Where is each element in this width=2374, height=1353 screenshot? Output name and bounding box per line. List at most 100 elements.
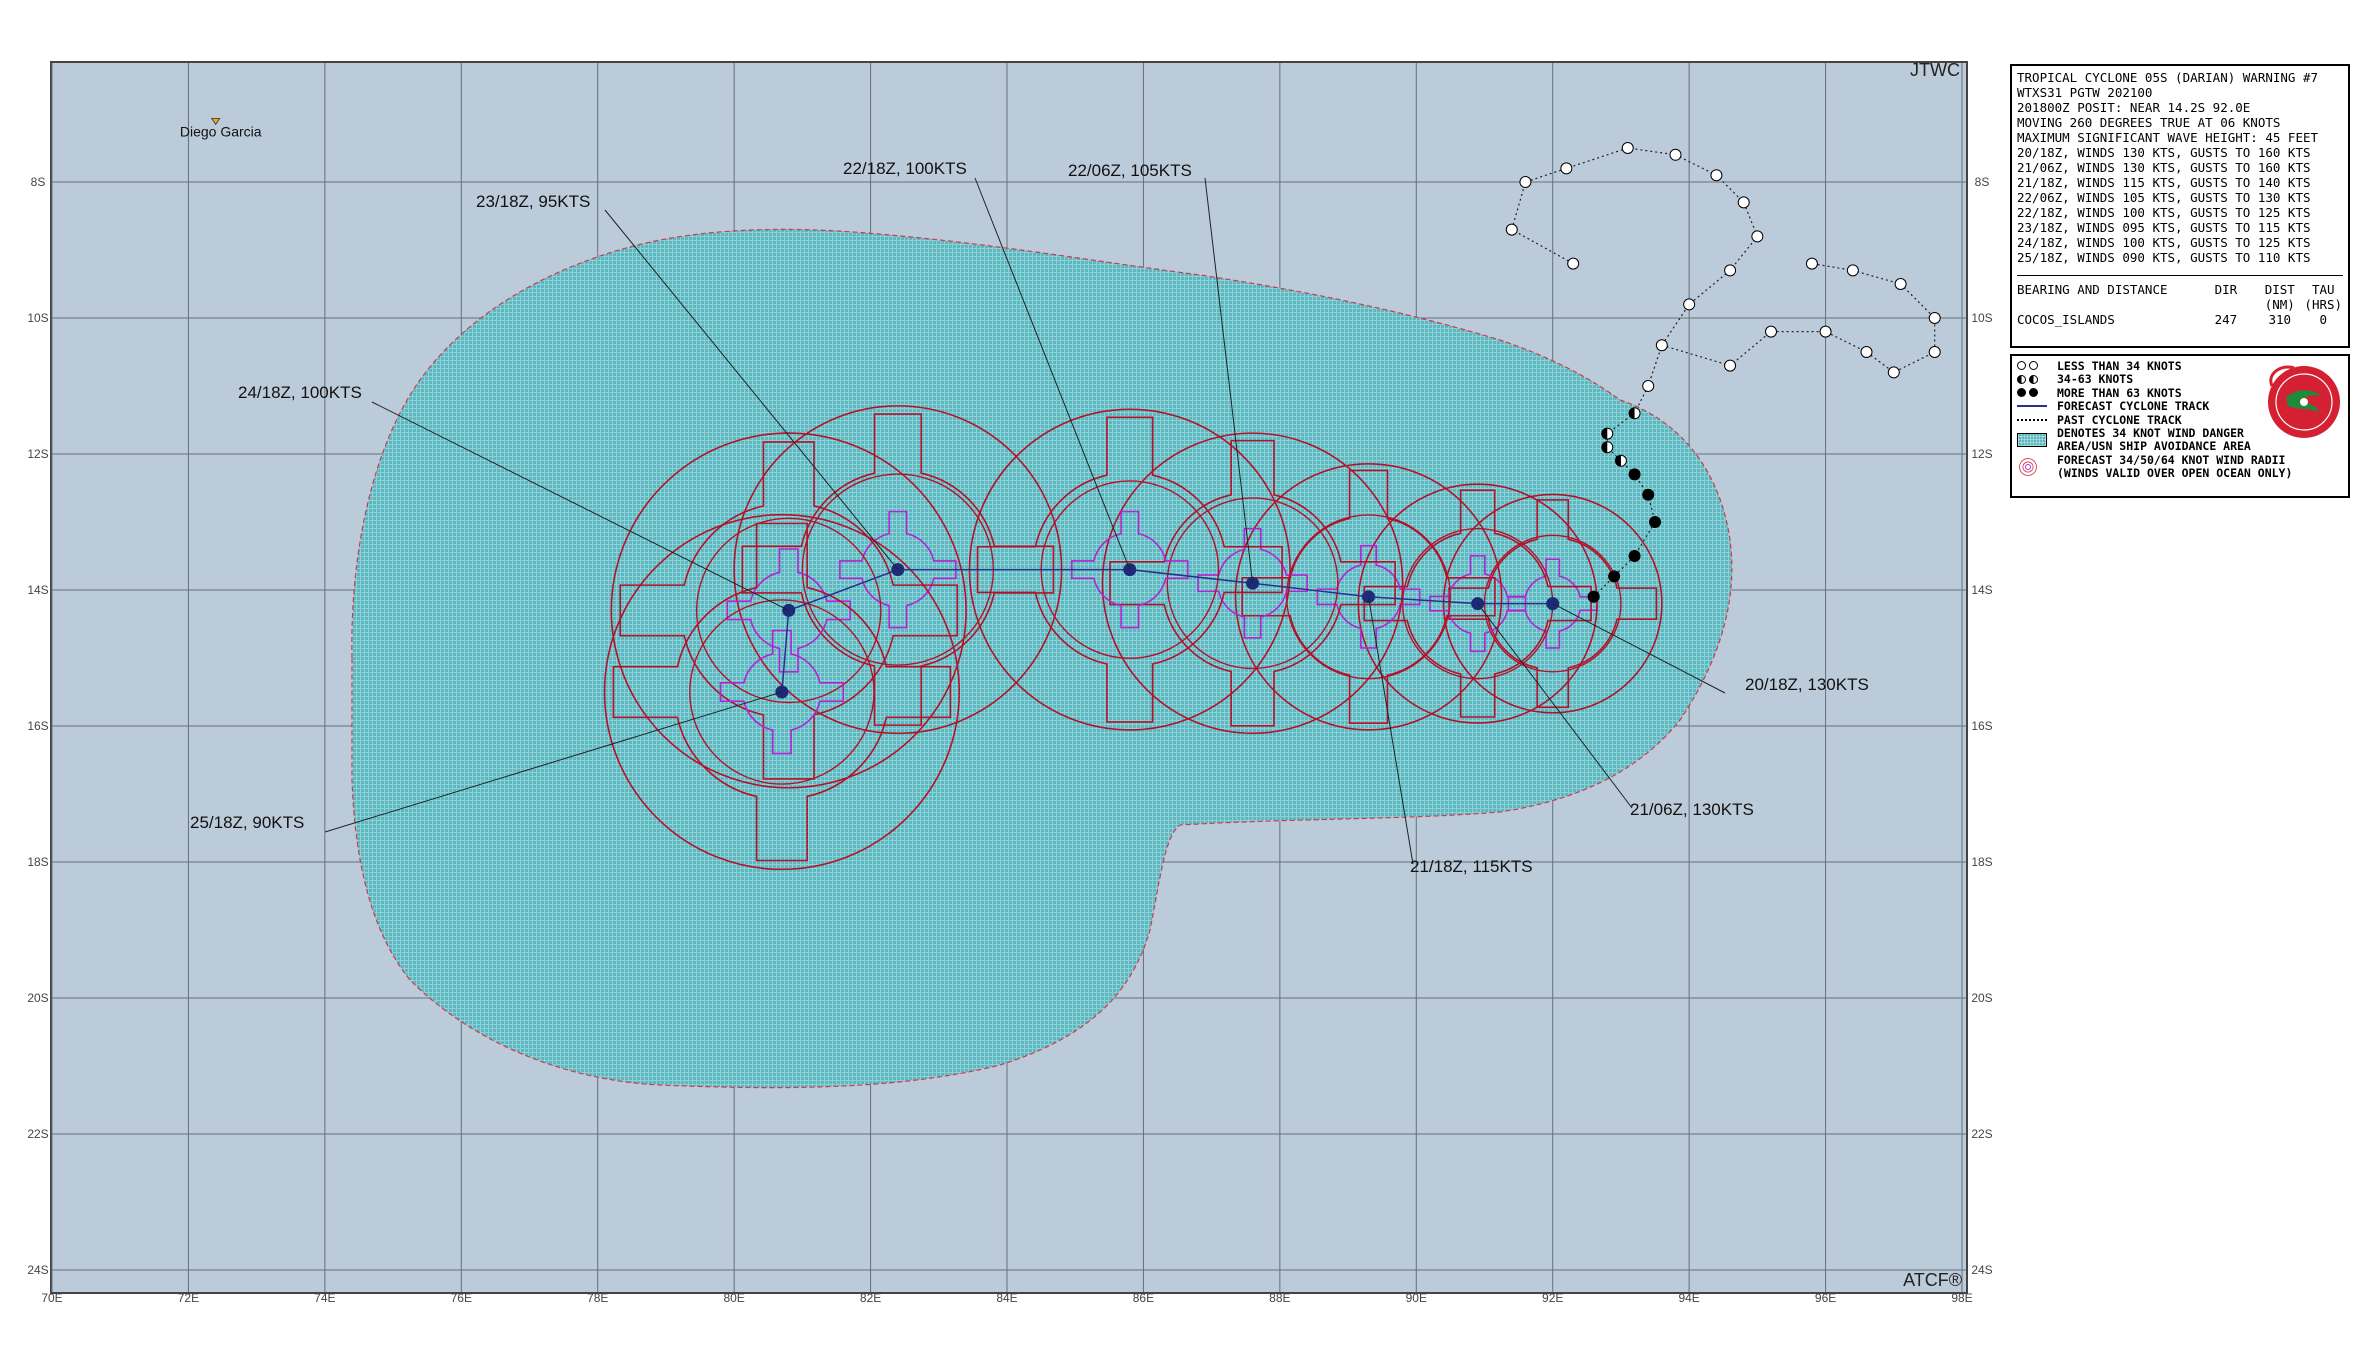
hatched-area-icon	[2017, 433, 2047, 447]
solid-line-icon	[2017, 405, 2047, 408]
legend-item-wind-radii: FORECAST 34/50/64 KNOT WIND RADII (WINDS …	[2017, 454, 2343, 481]
wind-radii-icon	[2019, 458, 2037, 476]
agency-label-bottom: ATCF®	[1903, 1270, 1962, 1290]
bearing-header-row: BEARING AND DISTANCE DIR DIST TAU	[2017, 282, 2343, 297]
bearing-header-tau: TAU	[2311, 282, 2335, 297]
warning-line: 21/06Z, WINDS 130 KTS, GUSTS TO 160 KTS	[2017, 160, 2311, 175]
past-position-depression	[1819, 325, 1832, 338]
bearing-distance-table: BEARING AND DISTANCE DIR DIST TAU (NM) (…	[2017, 275, 2343, 327]
legend-panel: LESS THAN 34 KNOTS 34-63 KNOTS MORE THAN…	[2010, 354, 2350, 498]
longitude-label: 98E	[1951, 1291, 1972, 1305]
open-circle-icon	[2017, 361, 2026, 371]
half-filled-circle-icon	[2029, 374, 2038, 384]
past-position-depression	[1860, 346, 1873, 358]
longitude-label: 70E	[41, 1291, 62, 1305]
longitude-label: 96E	[1815, 1291, 1836, 1305]
past-position-depression	[1519, 176, 1532, 188]
warning-line: 24/18Z, WINDS 100 KTS, GUSTS TO 125 KTS	[2017, 235, 2311, 250]
longitude-label: 94E	[1678, 1291, 1699, 1305]
bearing-dist: 310	[2268, 312, 2292, 327]
longitude-label: 78E	[587, 1291, 608, 1305]
bearing-dir: 247	[2214, 312, 2238, 327]
past-position-depression	[1724, 264, 1737, 277]
latitude-label-right: 8S	[1975, 175, 1990, 189]
longitude-label: 84E	[996, 1291, 1017, 1305]
latitude-label: 20S	[27, 991, 48, 1005]
warning-line: 20/18Z, WINDS 130 KTS, GUSTS TO 160 KTS	[2017, 145, 2311, 160]
past-position-depression	[1928, 346, 1941, 358]
latitude-label-right: 20S	[1971, 991, 1992, 1005]
bearing-header-label: BEARING AND DISTANCE	[2017, 282, 2168, 297]
warning-line: 23/18Z, WINDS 095 KTS, GUSTS TO 115 KTS	[2017, 220, 2311, 235]
latitude-label: 12S	[27, 447, 48, 461]
past-position-hurricane	[1628, 550, 1641, 562]
latitude-label-right: 14S	[1971, 583, 1992, 597]
past-position-depression	[1805, 257, 1818, 270]
warning-line: 22/18Z, WINDS 100 KTS, GUSTS TO 125 KTS	[2017, 205, 2311, 220]
bearing-row: COCOS_ISLANDS 247 310 0	[2017, 312, 2343, 327]
forecast-label: 25/18Z, 90KTS	[190, 813, 304, 832]
bearing-header-dist-units: (NM)	[2264, 297, 2295, 312]
warning-line: 201800Z POSIT: NEAR 14.2S 92.0E	[2017, 100, 2251, 115]
latitude-label: 8S	[31, 175, 46, 189]
warning-line: TROPICAL CYCLONE 05S (DARIAN) WARNING #7	[2017, 70, 2319, 85]
longitude-label: 80E	[723, 1291, 744, 1305]
warning-line: MAXIMUM SIGNIFICANT WAVE HEIGHT: 45 FEET	[2017, 130, 2319, 145]
open-circle-icon	[2029, 361, 2038, 371]
forecast-label: 20/18Z, 130KTS	[1745, 675, 1869, 694]
place-label: Diego Garcia	[180, 123, 262, 139]
past-position-hurricane	[1628, 468, 1641, 481]
latitude-label: 18S	[27, 855, 48, 869]
past-position-depression	[1846, 264, 1859, 277]
dotted-line-icon	[2017, 418, 2047, 421]
latitude-label-right: 24S	[1971, 1263, 1992, 1277]
filled-circle-icon	[2029, 388, 2038, 398]
past-position-depression	[1683, 298, 1696, 311]
bearing-header-tau-units: (HRS)	[2304, 297, 2343, 312]
longitude-label: 92E	[1542, 1291, 1563, 1305]
bearing-header-units-row: (NM) (HRS)	[2017, 297, 2343, 312]
past-position-depression	[1642, 380, 1655, 392]
forecast-label: 22/06Z, 105KTS	[1068, 161, 1192, 180]
forecast-label: 23/18Z, 95KTS	[476, 192, 590, 211]
latitude-label-right: 16S	[1971, 719, 1992, 733]
past-position-depression	[1560, 162, 1573, 175]
agency-label-top: JTWC	[1910, 60, 1960, 80]
warning-line: WTXS31 PGTW 202100	[2017, 85, 2153, 100]
warning-line: 21/18Z, WINDS 115 KTS, GUSTS TO 140 KTS	[2017, 175, 2311, 190]
latitude-label: 10S	[27, 311, 48, 325]
bearing-place: COCOS_ISLANDS	[2017, 312, 2115, 327]
latitude-label: 14S	[27, 583, 48, 597]
forecast-label: 21/18Z, 115KTS	[1410, 857, 1533, 876]
past-position-depression	[1737, 196, 1750, 209]
warning-text-panel: TROPICAL CYCLONE 05S (DARIAN) WARNING #7…	[2010, 64, 2350, 348]
past-position-depression	[1887, 366, 1900, 379]
jtwc-seal-logo	[2268, 365, 2340, 438]
longitude-label: 72E	[178, 1291, 199, 1305]
bearing-header-dist: DIST	[2264, 282, 2295, 297]
latitude-label: 22S	[27, 1127, 48, 1141]
past-position-depression	[1655, 339, 1668, 352]
past-position-depression	[1894, 278, 1907, 290]
half-filled-circle-icon	[2017, 374, 2026, 384]
past-position-depression	[1724, 359, 1737, 372]
warning-line: MOVING 260 DEGREES TRUE AT 06 KNOTS	[2017, 115, 2281, 130]
warning-line: 22/06Z, WINDS 105 KTS, GUSTS TO 130 KTS	[2017, 190, 2311, 205]
latitude-label-right: 18S	[1971, 855, 1992, 869]
past-position-hurricane	[1649, 516, 1662, 528]
longitude-label: 74E	[314, 1291, 335, 1305]
longitude-label: 76E	[451, 1291, 472, 1305]
latitude-label-right: 12S	[1971, 447, 1992, 461]
filled-circle-icon	[2017, 388, 2026, 398]
longitude-label: 82E	[860, 1291, 881, 1305]
latitude-label-right: 10S	[1971, 311, 1992, 325]
past-position-hurricane	[1587, 590, 1600, 603]
latitude-label: 24S	[27, 1263, 48, 1277]
longitude-label: 88E	[1269, 1291, 1290, 1305]
past-position-depression	[1567, 257, 1580, 270]
past-position-hurricane	[1608, 570, 1621, 583]
forecast-label: 24/18Z, 100KTS	[238, 383, 362, 402]
past-position-hurricane	[1642, 488, 1655, 501]
warning-lines: TROPICAL CYCLONE 05S (DARIAN) WARNING #7…	[2017, 70, 2343, 265]
latitude-label: 16S	[27, 719, 48, 733]
